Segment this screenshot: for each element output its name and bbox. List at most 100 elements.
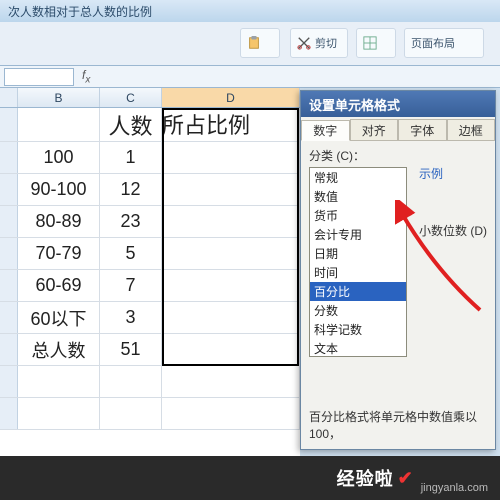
cell[interactable]: 51 bbox=[100, 334, 162, 365]
cell[interactable] bbox=[162, 174, 300, 205]
row-header[interactable] bbox=[0, 270, 18, 301]
select-all-corner[interactable] bbox=[0, 88, 18, 107]
paste-icon bbox=[247, 36, 261, 50]
ribbon-group-small[interactable] bbox=[356, 28, 396, 58]
col-header-d[interactable]: D bbox=[162, 88, 300, 107]
check-icon: ✔ bbox=[398, 468, 413, 489]
spreadsheet: B C D 人数 所占比例 100 1 90-100 12 bbox=[0, 88, 300, 500]
name-box[interactable] bbox=[4, 68, 74, 86]
column-headers: B C D bbox=[0, 88, 300, 108]
list-item[interactable]: 时间 bbox=[310, 263, 406, 282]
table-row bbox=[0, 398, 300, 430]
dialog-body: 分类 (C)： 常规 数值 货币 会计专用 日期 时间 百分比 分数 科学记数 … bbox=[301, 141, 495, 449]
category-label: 分类 (C)： bbox=[309, 147, 487, 164]
dialog-title-text: 设置单元格格式 bbox=[309, 95, 400, 114]
ribbon-paste-group[interactable] bbox=[240, 28, 280, 58]
category-listbox[interactable]: 常规 数值 货币 会计专用 日期 时间 百分比 分数 科学记数 文本 特殊 自定… bbox=[309, 167, 407, 357]
row-header[interactable] bbox=[0, 238, 18, 269]
row-header[interactable] bbox=[0, 142, 18, 173]
row-header[interactable] bbox=[0, 302, 18, 333]
cell[interactable] bbox=[100, 366, 162, 397]
cell[interactable]: 总人数 bbox=[18, 334, 100, 365]
cell[interactable]: 60-69 bbox=[18, 270, 100, 301]
col-header-c[interactable]: C bbox=[100, 88, 162, 107]
cell[interactable]: 1 bbox=[100, 142, 162, 173]
cell[interactable]: 80-89 bbox=[18, 206, 100, 237]
table-row: 人数 所占比例 bbox=[0, 108, 300, 142]
list-item[interactable]: 科学记数 bbox=[310, 320, 406, 339]
row-header[interactable] bbox=[0, 398, 18, 429]
list-item[interactable]: 数值 bbox=[310, 187, 406, 206]
list-item[interactable]: 货币 bbox=[310, 206, 406, 225]
table-row: 80-89 23 bbox=[0, 206, 300, 238]
list-item-selected[interactable]: 百分比 bbox=[310, 282, 406, 301]
ribbon-layout-tab[interactable]: 页面布局 bbox=[404, 28, 484, 58]
watermark-footer: 经验啦 ✔ jingyanla.com bbox=[0, 456, 500, 500]
cell[interactable] bbox=[162, 270, 300, 301]
decimal-places-label: 小数位数 (D) bbox=[419, 222, 487, 239]
tab-number[interactable]: 数字 bbox=[301, 120, 350, 141]
cell[interactable]: 100 bbox=[18, 142, 100, 173]
brand-url: jingyanla.com bbox=[421, 482, 488, 494]
cell[interactable] bbox=[162, 334, 300, 365]
cell[interactable] bbox=[162, 302, 300, 333]
cell[interactable] bbox=[18, 366, 100, 397]
cell[interactable]: 所占比例 bbox=[162, 108, 300, 141]
row-header[interactable] bbox=[0, 366, 18, 397]
table-row: 总人数 51 bbox=[0, 334, 300, 366]
cell[interactable] bbox=[100, 398, 162, 429]
formula-bar: fx bbox=[0, 66, 500, 88]
ribbon-cut-group[interactable]: 剪切 bbox=[290, 28, 348, 58]
cell[interactable]: 3 bbox=[100, 302, 162, 333]
tab-alignment[interactable]: 对齐 bbox=[350, 119, 399, 140]
format-description: 百分比格式将单元格中数值乘以 100， bbox=[309, 409, 487, 443]
table-row bbox=[0, 366, 300, 398]
cell[interactable] bbox=[18, 108, 100, 141]
fx-icon[interactable]: fx bbox=[82, 68, 90, 85]
cell[interactable]: 5 bbox=[100, 238, 162, 269]
col-header-b[interactable]: B bbox=[18, 88, 100, 107]
ribbon: 剪切 页面布局 bbox=[0, 22, 500, 66]
table-row: 100 1 bbox=[0, 142, 300, 174]
ribbon-cut-label: 剪切 bbox=[315, 35, 337, 51]
cell[interactable] bbox=[162, 398, 300, 429]
grid-icon bbox=[363, 36, 377, 50]
format-cells-dialog: 设置单元格格式 数字 对齐 字体 边框 分类 (C)： 常规 数值 货币 会计专… bbox=[300, 90, 496, 450]
cell[interactable]: 7 bbox=[100, 270, 162, 301]
table-row: 90-100 12 bbox=[0, 174, 300, 206]
tab-font[interactable]: 字体 bbox=[398, 119, 447, 140]
table-row: 70-79 5 bbox=[0, 238, 300, 270]
row-header[interactable] bbox=[0, 206, 18, 237]
grid-rows: 人数 所占比例 100 1 90-100 12 80-89 23 bbox=[0, 108, 300, 430]
cell[interactable] bbox=[18, 398, 100, 429]
cell[interactable] bbox=[162, 238, 300, 269]
dialog-tabs: 数字 对齐 字体 边框 bbox=[301, 117, 495, 141]
title-text: 次人数相对于总人数的比例 bbox=[8, 5, 152, 19]
cell[interactable] bbox=[162, 366, 300, 397]
cell[interactable]: 23 bbox=[100, 206, 162, 237]
cell[interactable]: 60以下 bbox=[18, 302, 100, 333]
list-item[interactable]: 分数 bbox=[310, 301, 406, 320]
cell[interactable]: 90-100 bbox=[18, 174, 100, 205]
list-item[interactable]: 会计专用 bbox=[310, 225, 406, 244]
sample-label: 示例 bbox=[419, 165, 487, 182]
row-header[interactable] bbox=[0, 334, 18, 365]
cell[interactable] bbox=[162, 206, 300, 237]
window-titlebar: 次人数相对于总人数的比例 bbox=[0, 0, 500, 22]
dialog-titlebar[interactable]: 设置单元格格式 bbox=[301, 91, 495, 117]
row-header[interactable] bbox=[0, 174, 18, 205]
scissors-icon bbox=[297, 36, 311, 50]
tab-border[interactable]: 边框 bbox=[447, 119, 496, 140]
row-header[interactable] bbox=[0, 108, 18, 141]
cell[interactable]: 12 bbox=[100, 174, 162, 205]
brand-text: 经验啦 bbox=[337, 465, 394, 491]
cell[interactable]: 人数 bbox=[100, 108, 162, 141]
dialog-right-column: 示例 小数位数 (D) bbox=[419, 165, 487, 239]
table-row: 60以下 3 bbox=[0, 302, 300, 334]
cell[interactable] bbox=[162, 142, 300, 173]
list-item[interactable]: 常规 bbox=[310, 168, 406, 187]
list-item[interactable]: 日期 bbox=[310, 244, 406, 263]
cell[interactable]: 70-79 bbox=[18, 238, 100, 269]
ribbon-layout-label: 页面布局 bbox=[411, 35, 455, 51]
list-item[interactable]: 文本 bbox=[310, 339, 406, 357]
